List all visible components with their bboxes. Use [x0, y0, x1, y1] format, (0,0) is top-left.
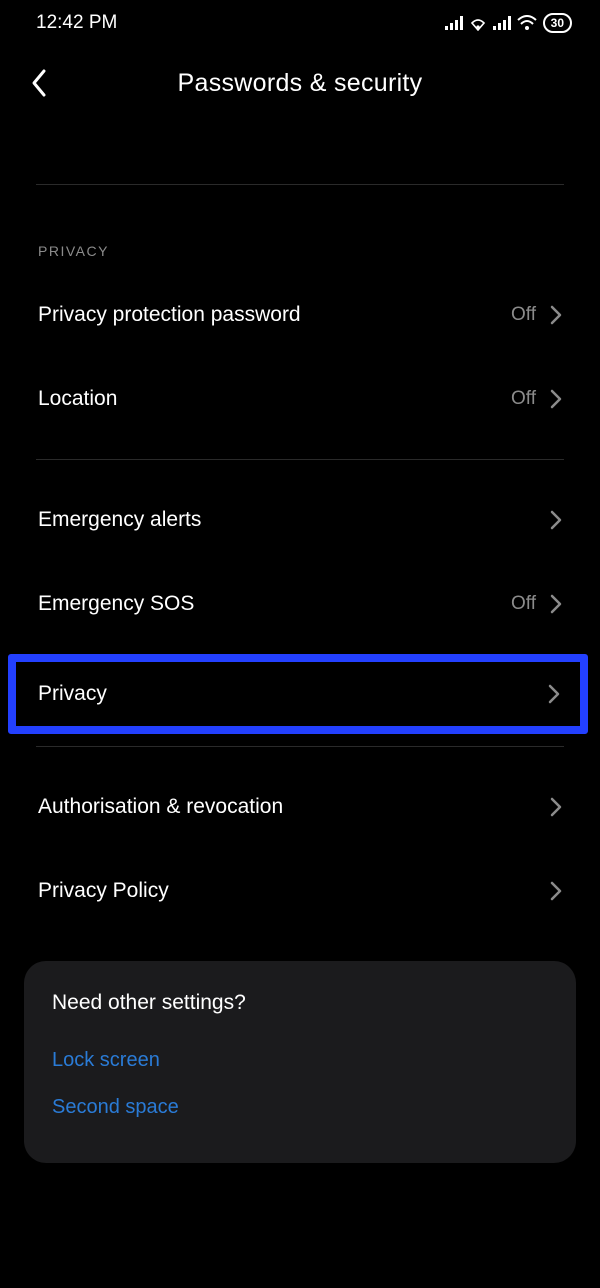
- chevron-right-icon: [550, 305, 562, 325]
- page-header: Passwords & security: [0, 42, 600, 122]
- chevron-right-icon: [550, 510, 562, 530]
- row-label: Emergency alerts: [38, 508, 201, 532]
- signal-icon: [445, 16, 463, 30]
- row-label: Privacy Policy: [38, 879, 169, 903]
- chevron-right-icon: [550, 594, 562, 614]
- row-label: Privacy protection password: [38, 303, 301, 327]
- status-icons: 30: [445, 13, 572, 33]
- section-header-privacy: PRIVACY: [0, 185, 600, 273]
- other-settings-card: Need other settings? Lock screen Second …: [24, 961, 576, 1163]
- chevron-right-icon: [548, 684, 560, 704]
- highlight-frame: Privacy: [8, 654, 588, 734]
- row-value: Off: [511, 388, 536, 410]
- signal-icon-2: [493, 16, 511, 30]
- row-authorisation-revocation[interactable]: Authorisation & revocation: [0, 765, 600, 849]
- wifi-icon: [517, 15, 537, 31]
- row-value: Off: [511, 593, 536, 615]
- chevron-right-icon: [550, 389, 562, 409]
- link-second-space[interactable]: Second space: [52, 1088, 548, 1135]
- row-privacy-protection-password[interactable]: Privacy protection password Off: [0, 273, 600, 357]
- row-label: Emergency SOS: [38, 592, 194, 616]
- card-title: Need other settings?: [52, 991, 548, 1015]
- status-bar: 12:42 PM 30: [0, 0, 600, 42]
- row-privacy[interactable]: Privacy: [16, 662, 580, 726]
- row-privacy-policy[interactable]: Privacy Policy: [0, 849, 600, 933]
- row-label: Privacy: [38, 682, 107, 706]
- row-location[interactable]: Location Off: [0, 357, 600, 441]
- status-time: 12:42 PM: [36, 12, 117, 34]
- row-emergency-sos[interactable]: Emergency SOS Off: [0, 562, 600, 646]
- battery-icon: 30: [543, 13, 572, 33]
- chevron-right-icon: [550, 881, 562, 901]
- wifi-sync-icon: [469, 15, 487, 31]
- page-title: Passwords & security: [30, 69, 570, 98]
- row-label: Location: [38, 387, 117, 411]
- row-value: Off: [511, 304, 536, 326]
- row-label: Authorisation & revocation: [38, 795, 283, 819]
- chevron-right-icon: [550, 797, 562, 817]
- link-lock-screen[interactable]: Lock screen: [52, 1041, 548, 1088]
- row-emergency-alerts[interactable]: Emergency alerts: [0, 478, 600, 562]
